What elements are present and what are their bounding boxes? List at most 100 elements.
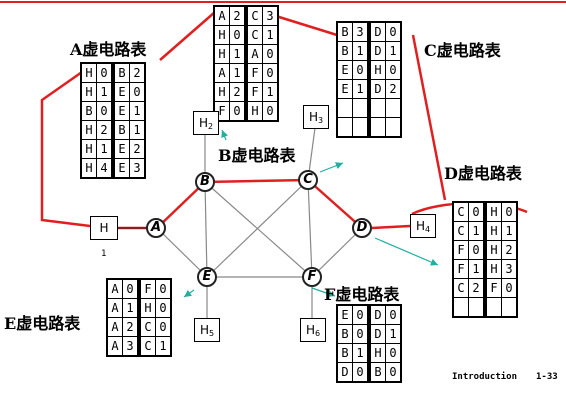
table-cell: 0 (96, 101, 115, 121)
table-cell: 0 (229, 101, 248, 122)
table-cell: F (452, 259, 469, 279)
table-cell: A (106, 317, 123, 337)
table-row: H1E2 (80, 139, 146, 159)
table-cell: 1 (96, 82, 115, 102)
table-cell: H (484, 221, 502, 241)
table-cell: 0 (385, 362, 402, 383)
table-cell: H (80, 62, 97, 83)
label-F-table: F虚电路表 (324, 285, 400, 304)
table-cell: H (213, 25, 230, 45)
table-cell (368, 98, 386, 118)
table-cell: 2 (468, 278, 487, 298)
footer-page: 1-33 (536, 372, 558, 382)
table-cell: C (138, 317, 156, 337)
table-cell: E (112, 158, 130, 179)
link-C-E (206, 179, 309, 278)
table-cell: H (213, 82, 230, 102)
host-H4: H4 (410, 214, 436, 238)
table-row: H4E3 (80, 158, 146, 179)
table-row: A2C0 (106, 317, 172, 337)
table-row: D0B0 (336, 362, 402, 383)
table-row (336, 117, 402, 138)
path-B-C (204, 178, 309, 184)
router-E: E (197, 267, 217, 287)
host-H5: H5 (194, 318, 220, 342)
table-cell: A (106, 278, 123, 299)
table-cell: H (245, 101, 263, 122)
table-cell: H (484, 201, 502, 222)
table-cell: B (80, 101, 97, 121)
table-cell: 1 (385, 324, 402, 344)
table-cell: 2 (229, 5, 248, 26)
table-cell: 1 (155, 336, 172, 357)
vc-table-E: A0F0A1H0A2C0A3C1 (106, 278, 172, 357)
arrow-E-table (183, 289, 195, 298)
table-row: C0H0 (452, 201, 518, 222)
table-cell (385, 98, 402, 118)
table-cell: A (106, 298, 123, 318)
table-cell: 0 (352, 324, 371, 344)
label-C-table: C虚电路表 (424, 41, 501, 60)
table-cell: B (368, 362, 386, 383)
table-cell: 0 (262, 101, 279, 122)
label-D-table: D虚电路表 (444, 164, 522, 183)
table-cell: A (245, 44, 263, 64)
label-A-table: A虚电路表 (70, 40, 147, 59)
table-row: B1D1 (336, 41, 402, 61)
table-cell (484, 297, 502, 318)
table-cell: D (368, 79, 386, 99)
table-cell: 2 (385, 79, 402, 99)
table-cell: 1 (352, 41, 371, 61)
table-row: E0H0 (336, 60, 402, 80)
vc-table-A: H0B2H1E0B0E1H2B1H1E2H4E3 (80, 62, 146, 179)
table-cell: 1 (129, 120, 146, 140)
link-B-E (204, 181, 208, 278)
table-cell: 2 (129, 139, 146, 159)
table-cell: D (336, 362, 353, 383)
table-cell: 0 (501, 201, 518, 222)
table-cell: 0 (352, 60, 371, 80)
table-cell: 2 (129, 62, 146, 83)
table-cell: 1 (262, 82, 279, 102)
table-cell: B (336, 21, 353, 42)
table-cell: C (138, 336, 156, 357)
table-cell (352, 98, 371, 118)
label-B-table: B虚电路表 (218, 146, 296, 165)
table-cell: F (245, 82, 263, 102)
table-row: H2B1 (80, 120, 146, 140)
table-cell: 0 (352, 362, 371, 383)
table-row: E0D0 (336, 304, 402, 325)
table-cell: 2 (122, 317, 141, 337)
table-cell: 0 (468, 240, 487, 260)
table-row: H0B2 (80, 62, 146, 83)
table-cell: F (484, 278, 502, 298)
table-cell: 1 (385, 41, 402, 61)
router-F: F (302, 267, 322, 287)
table-cell: F (452, 240, 469, 260)
table-cell (336, 98, 353, 118)
table-cell: H (484, 259, 502, 279)
table-row (452, 297, 518, 318)
router-D: D (352, 218, 372, 238)
table-cell: B (336, 343, 353, 363)
table-cell: 0 (96, 62, 115, 83)
table-cell: 1 (468, 259, 487, 279)
table-cell: E (336, 60, 353, 80)
table-cell: 1 (262, 25, 279, 45)
table-cell: C (245, 5, 263, 26)
table-cell: 3 (129, 158, 146, 179)
table-cell: E (112, 82, 130, 102)
vc-table-B: A2C3H0C1H1A0A1F0H2F1F0H0 (213, 5, 279, 122)
table-cell: H (484, 240, 502, 260)
table-cell: 1 (352, 79, 371, 99)
vc-table-D: C0H0C1H1F0H2F1H3C2F0 (452, 201, 518, 318)
table-row: F0H0 (213, 101, 279, 122)
table-cell: 3 (501, 259, 518, 279)
table-cell (468, 297, 487, 318)
table-cell: A (213, 63, 230, 83)
vc-table-C: B3D0B1D1E0H0E1D2 (336, 21, 402, 138)
router-C: C (298, 170, 318, 190)
table-cell: B (336, 41, 353, 61)
table-cell: H (138, 298, 156, 318)
table-cell: H (368, 60, 386, 80)
